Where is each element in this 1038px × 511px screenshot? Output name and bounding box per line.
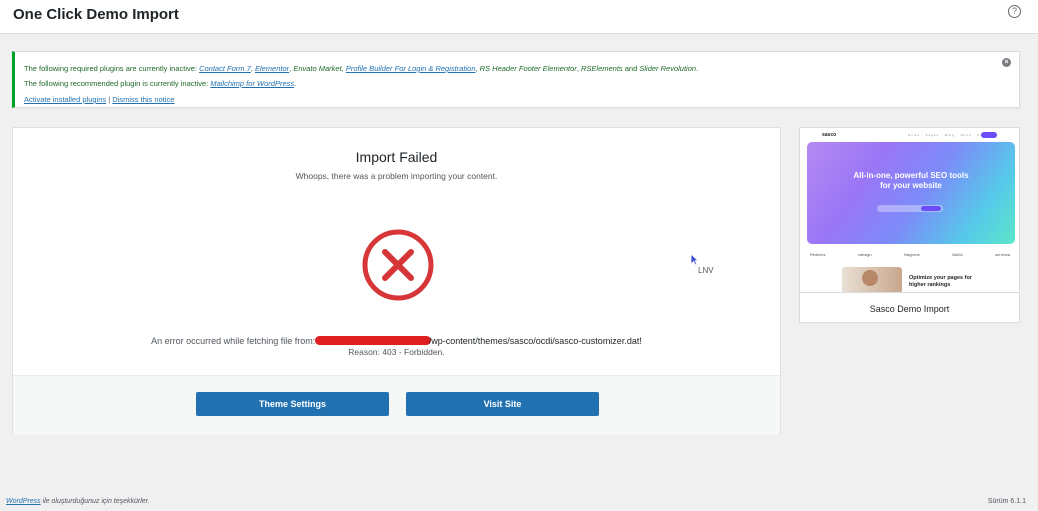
preview-hero: All-in-one, powerful SEO tools for your … [807,142,1015,244]
close-icon[interactable]: × [1002,58,1011,67]
preview-logo: servinca [995,252,1010,257]
footer-thanks: ile oluşturduğunuz için teşekkürler. [40,498,150,505]
error-message: An error occurred while fetching file fr… [13,336,780,346]
notice-actions: Activate installed plugins | Dismiss thi… [24,95,174,104]
action-footer [13,375,780,434]
preview-portrait [842,267,902,292]
demo-card[interactable]: sasco Home · Pages · Blog · Shop · Conta… [799,127,1020,323]
stray-label: LNV [698,266,714,275]
dismiss-notice-link[interactable]: Dismiss this notice [112,95,174,104]
preview-logo: Happens [903,252,920,257]
theme-settings-button[interactable]: Theme Settings [196,392,389,416]
plugin-link-profile-builder[interactable]: Profile Builder For Login & Registration [346,64,476,73]
top-bar: One Click Demo Import ? [0,0,1038,34]
admin-footer-text: WordPress ile oluşturduğunuz için teşekk… [6,498,150,505]
preview-hero-title: All-in-one, powerful SEO tools for your … [807,171,1015,191]
preview-hero-button [921,206,941,211]
plugin-rs-header-footer: RS Header Footer Elementor [479,64,577,73]
plugin-notice: The following required plugins are curre… [12,51,1020,108]
preview-nav-button [981,132,997,138]
preview-bottom-heading: Optimize your pages for higher rankings [909,275,972,289]
activate-plugins-link[interactable]: Activate installed plugins [24,95,106,104]
question-icon[interactable]: ? [1008,5,1021,18]
import-failed-title: Import Failed [355,149,438,165]
preview-face [862,270,878,286]
required-plugins-line: The following required plugins are curre… [24,64,699,73]
page-title: One Click Demo Import [13,6,179,23]
plugin-link-contact-form-7[interactable]: Contact Form 7 [199,64,251,73]
error-prefix: An error occurred while fetching file fr… [151,336,318,346]
demo-caption: Sasco Demo Import [869,304,950,314]
demo-preview-image: sasco Home · Pages · Blog · Shop · Conta… [800,128,1019,293]
plugin-slider-revolution: Slider Revolution [639,64,697,73]
preview-bottom-line1: Optimize your pages for [909,275,972,281]
recommended-plugins-line: The following recommended plugin is curr… [24,79,297,88]
error-reason: Reason: 403 - Forbidden. [348,347,445,357]
version-text: Sürüm 6.1.1 [987,498,1026,505]
import-result-panel: Import Failed Whoops, there was a proble… [12,127,781,434]
plugin-link-mailchimp[interactable]: Mailchimp for WordPress [210,79,294,88]
redaction-mark [314,336,431,345]
import-failed-subtitle: Whoops, there was a problem importing yo… [295,171,498,181]
preview-hero-line2: for your website [880,181,942,190]
mouse-cursor-icon [690,253,699,266]
plugin-envato-market: Envato Market [293,64,342,73]
preview-logo: vdesign [857,252,872,257]
required-prefix: The following required plugins are curre… [24,64,200,73]
visit-site-button[interactable]: Visit Site [406,392,599,416]
wordpress-link[interactable]: WordPress [6,498,41,505]
preview-hero-line1: All-in-one, powerful SEO tools [853,171,969,180]
error-url: /wp-content/themes/sasco/ocdi/sasco-cust… [428,336,642,346]
actions-separator: | [108,95,111,104]
error-x-icon [362,229,434,301]
preview-bottom-line2: higher rankings [909,282,951,288]
preview-logos: Redlines vdesign Happens NAKA servinca [810,252,1010,257]
preview-logo: Redlines [810,252,826,257]
recommended-prefix: The following recommended plugin is curr… [24,79,211,88]
plugin-rselements: RSElements [580,64,623,73]
preview-logo: NAKA [951,252,963,257]
preview-brand: sasco [822,132,837,138]
plugin-link-elementor[interactable]: Elementor [255,64,289,73]
